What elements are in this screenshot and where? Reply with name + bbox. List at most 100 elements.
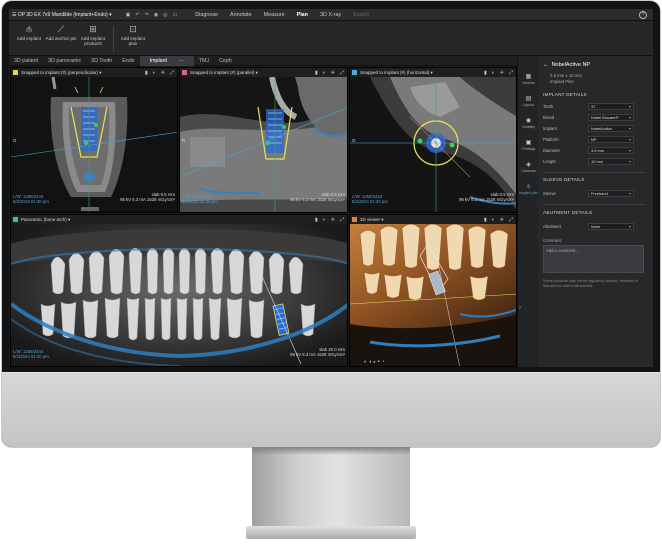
tab-diagnose[interactable]: Diagnose	[195, 12, 218, 18]
lock-icon[interactable]: ▮	[315, 70, 318, 76]
toolbar-divider	[113, 26, 114, 52]
viewport-info-right: slab 0.5 mm 95 kV 6.3 mA 1528 mGy/cm²	[459, 192, 514, 202]
expand-icon[interactable]: ⤢	[340, 217, 344, 223]
camera-icon: ◈	[526, 162, 531, 168]
info-icon[interactable]: ◎	[163, 12, 167, 18]
abutment-select[interactable]: None	[588, 223, 634, 230]
viewport-color-swatch	[352, 217, 357, 222]
expand-icon[interactable]: ⤢	[170, 70, 174, 76]
3d-view-controls[interactable]: ◐ ◑ ◒ ◓ ◔	[364, 360, 385, 365]
viewport-title[interactable]: Panoramic (bone arch)	[21, 217, 67, 222]
viewport-horizontal[interactable]: Snapped to implant (#) (horizontal) ▾ ▮ …	[349, 67, 517, 213]
viewport-header: 3D viewer ▾ ▮ ◐ ✛ ⤢	[350, 215, 516, 224]
viewport-header: Snapped to implant (#) (perpendicular) ▾…	[11, 68, 177, 77]
add-anchor-pin-button[interactable]: ⟋ Add anchor pin	[45, 24, 77, 41]
expand-icon[interactable]: ⤢	[340, 70, 344, 76]
add-implant-button[interactable]: ⫛ Add implant	[13, 24, 45, 41]
more-icon[interactable]: ···	[173, 58, 188, 64]
field-sleeve: Sleeve Freehand	[543, 190, 649, 197]
field-platform: Platform NP	[543, 136, 649, 143]
crosshair-icon[interactable]: ✛	[161, 70, 165, 76]
tab-implant[interactable]: Implant ···	[139, 55, 194, 66]
tab-3d-panoramic[interactable]: 3D panoramic	[43, 56, 86, 66]
lock-icon[interactable]: ▮	[484, 70, 487, 76]
viewport-parallel[interactable]: Snapped to implant (#) (parallel) ▾ ▮ ◐ …	[179, 67, 348, 213]
diameter-select[interactable]: 3.5 mm	[588, 147, 634, 154]
implant-plan-label: Implant Plan	[550, 79, 574, 84]
viewport-title[interactable]: Snapped to implant (#) (parallel)	[190, 70, 254, 75]
platform-select[interactable]: NP	[588, 136, 634, 143]
crosshair-icon[interactable]: ✛	[500, 70, 504, 76]
lock-icon[interactable]: ▮	[315, 217, 318, 223]
viewport-panoramic[interactable]: Panoramic (bone arch) ▾ ▮ ◐ ✛ ⤢ L/W: 126…	[10, 214, 348, 367]
brand-select[interactable]: Nobel Biocare®	[588, 114, 634, 121]
crosshair-icon[interactable]: ✛	[331, 70, 335, 76]
volume-render-image	[350, 224, 516, 366]
tab-annotate[interactable]: Annotate	[230, 12, 252, 18]
contrast-icon[interactable]: ◐	[153, 70, 156, 76]
lock-icon[interactable]: ▮	[484, 217, 487, 223]
lock-icon[interactable]: ▮	[145, 70, 148, 76]
mode-tabs: Diagnose Annotate Measure Plan 3D X-ray …	[195, 12, 369, 18]
tab-ceph[interactable]: Ceph	[214, 56, 237, 66]
regulatory-disclaimer: Some products may not be regulatory clea…	[543, 279, 639, 288]
implant-size: 3.5 mm x 10 mm	[550, 73, 582, 78]
implant-select[interactable]: NobelActive	[588, 125, 634, 132]
contrast-icon[interactable]: ◐	[323, 217, 326, 223]
layout-button[interactable]: ▤ Layout	[518, 96, 539, 107]
tab-export[interactable]: Export	[353, 12, 369, 18]
help-icon[interactable]: ?	[639, 11, 647, 19]
abutment-details-header: ABUTMENT DETAILS	[543, 210, 593, 215]
sleeve-select[interactable]: Freehand	[588, 190, 634, 197]
contrast-icon[interactable]: ◐	[492, 70, 495, 76]
viewport-perpendicular[interactable]: Snapped to implant (#) (perpendicular) ▾…	[10, 67, 178, 213]
tab-tmj[interactable]: TMJ	[194, 56, 214, 66]
tab-3d-patient[interactable]: 3D patient	[9, 56, 43, 66]
settings-icon[interactable]: ◉	[154, 12, 158, 18]
viewers-button[interactable]: ▦ Viewers	[518, 74, 539, 85]
expand-icon[interactable]: ⤢	[509, 70, 513, 76]
contrast-icon[interactable]: ◐	[492, 217, 495, 223]
tab-measure[interactable]: Measure	[264, 12, 285, 18]
collapse-panel-icon[interactable]: ›	[519, 305, 521, 311]
viewport-title[interactable]: Snapped to implant (#) (horizontal)	[360, 70, 429, 75]
tab-3d-tooth[interactable]: 3D Tooth	[86, 56, 117, 66]
crosshair-icon[interactable]: ✛	[500, 217, 504, 223]
implant-plan-button[interactable]: ⫛ Implant plan	[518, 184, 539, 195]
back-arrow-icon[interactable]: ←	[543, 62, 549, 68]
viewport-title[interactable]: 3D viewer	[360, 217, 380, 222]
add-implant-label: Add implant	[16, 36, 42, 41]
add-anchor-pin-label: Add anchor pin	[45, 36, 77, 41]
undo-icon[interactable]: ↶	[135, 12, 139, 18]
save-icon[interactable]: ▣	[126, 12, 131, 18]
orientation-marker: O	[13, 138, 17, 143]
comment-field[interactable]: Add a comment...	[543, 245, 644, 273]
field-diameter: Diameter 3.5 mm	[543, 147, 649, 154]
visibility-button[interactable]: ◉ Visibility	[518, 118, 539, 129]
monitor-stand-foot	[246, 526, 416, 539]
findings-button[interactable]: ▣ Findings	[518, 140, 539, 151]
cameras-button[interactable]: ◈ Cameras	[518, 162, 539, 173]
viewport-3d[interactable]: 3D viewer ▾ ▮ ◐ ✛ ⤢ ◐ ◑ ◒ ◓ ◔	[349, 214, 517, 367]
quick-actions: ▣ ↶ ↷ ◉ ◎ ▭	[126, 12, 178, 18]
viewport-title[interactable]: Snapped to implant (#) (perpendicular)	[21, 70, 98, 75]
add-implant-plan-button[interactable]: ⊡ Add implant plan	[117, 24, 149, 47]
length-select[interactable]: 10 mm	[588, 158, 634, 165]
redo-icon[interactable]: ↷	[145, 12, 149, 18]
viewport-color-swatch	[13, 217, 18, 222]
tab-plan[interactable]: Plan	[297, 12, 308, 18]
tab-3d-xray[interactable]: 3D X-ray	[320, 12, 341, 18]
hamburger-menu[interactable]: ☰ OP 3D EX 7x9 Mandible (Implant+Endo) ▾	[12, 12, 112, 18]
viewport-header: Snapped to implant (#) (parallel) ▾ ▮ ◐ …	[180, 68, 347, 77]
add-implant-products-button[interactable]: ⊞ Add implant products	[77, 24, 109, 47]
monitor-chin	[2, 372, 660, 447]
expand-icon[interactable]: ⤢	[509, 217, 513, 223]
tooth-select[interactable]: 37	[588, 103, 634, 110]
crosshair-icon[interactable]: ✛	[331, 217, 335, 223]
implant-icon: ⫛	[26, 24, 32, 34]
viewers-icon: ▦	[525, 74, 532, 80]
eye-icon: ◉	[525, 118, 532, 124]
contrast-icon[interactable]: ◐	[323, 70, 326, 76]
screen-icon[interactable]: ▭	[173, 12, 178, 18]
tab-endo[interactable]: Endo	[117, 56, 139, 66]
